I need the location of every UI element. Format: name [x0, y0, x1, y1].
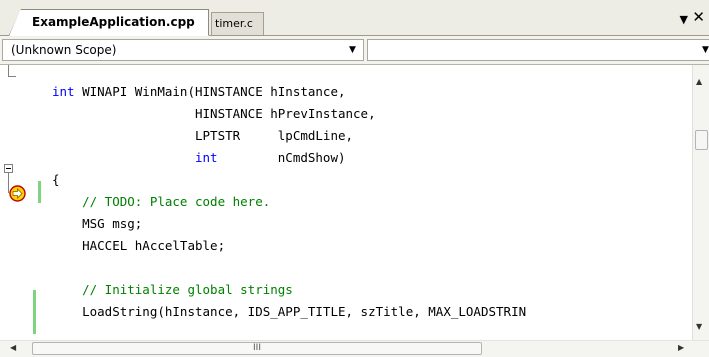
code-editor[interactable]: int WINAPI WinMain(HINSTANCE hInstance, …	[0, 65, 692, 340]
scroll-down-icon[interactable]: ▼	[696, 322, 702, 331]
code-token: nCmdShow)	[217, 150, 346, 165]
vertical-scroll-thumb[interactable]	[695, 130, 708, 150]
tab-exampleapplication-cpp[interactable]: ExampleApplication.cpp	[9, 9, 209, 36]
chevron-down-icon[interactable]: ▼	[349, 40, 356, 60]
horizontal-scrollbar[interactable]: ◀ III ▶	[0, 340, 709, 357]
changed-line-indicator	[38, 181, 41, 203]
code-line: {	[52, 169, 60, 191]
scope-dropdown[interactable]: (Unknown Scope) ▼	[2, 39, 364, 61]
code-token: LoadString(hInstance, IDS_APP_TITLE, szT…	[52, 304, 527, 319]
code-line: HACCEL hAccelTable;	[52, 235, 225, 257]
code-line: int nCmdShow)	[52, 147, 346, 169]
comment-token: // TODO: Place code here.	[52, 194, 271, 209]
code-token: WINAPI WinMain(HINSTANCE hInstance,	[74, 84, 346, 99]
close-icon[interactable]: ✕	[692, 9, 705, 25]
code-line: LoadString(hInstance, IDS_APP_TITLE, szT…	[52, 301, 526, 323]
active-files-dropdown-icon[interactable]: ▼	[680, 13, 688, 26]
keyword-token: int	[52, 84, 75, 99]
member-dropdown[interactable]: ▼	[367, 39, 709, 61]
outline-guide-line	[8, 76, 16, 77]
keyword-token: int	[195, 150, 218, 165]
code-line: MSG msg;	[52, 213, 142, 235]
changed-line-indicator	[33, 290, 36, 312]
tab-label: timer.c	[215, 17, 253, 30]
code-line: int WINAPI WinMain(HINSTANCE hInstance,	[52, 81, 346, 103]
scroll-left-icon[interactable]: ◀	[10, 343, 16, 352]
horizontal-scroll-thumb[interactable]: III	[32, 342, 482, 355]
scroll-right-icon[interactable]: ▶	[678, 343, 684, 352]
navigation-bar: (Unknown Scope) ▼ ▼	[0, 36, 709, 65]
code-token: LPTSTR lpCmdLine,	[52, 128, 354, 143]
tab-timer-c[interactable]: timer.c	[211, 12, 264, 35]
scope-dropdown-value: (Unknown Scope)	[11, 43, 117, 57]
comment-token: // Initialize global strings	[52, 282, 293, 297]
tab-label: ExampleApplication.cpp	[32, 15, 195, 29]
collapse-icon[interactable]	[4, 164, 13, 173]
current-statement-arrow-icon	[9, 185, 26, 202]
code-token: {	[52, 172, 60, 187]
chevron-down-icon[interactable]: ▼	[702, 40, 709, 60]
code-line: LPTSTR lpCmdLine,	[52, 125, 353, 147]
code-line: // Initialize global strings	[52, 279, 293, 301]
code-token: MSG msg;	[52, 216, 143, 231]
code-token: HACCEL hAccelTable;	[52, 238, 226, 253]
vertical-scrollbar[interactable]: ▲ ▼	[692, 65, 709, 340]
code-line: // TODO: Place code here.	[52, 191, 270, 213]
changed-line-indicator	[33, 312, 36, 334]
document-tab-strip: ExampleApplication.cpp timer.c ▼ ✕	[0, 0, 709, 36]
code-token: HINSTANCE hPrevInstance,	[52, 106, 376, 121]
scroll-grip: III	[253, 343, 261, 353]
code-line: HINSTANCE hPrevInstance,	[52, 103, 376, 125]
outline-guide-line	[8, 65, 9, 76]
scroll-up-icon[interactable]: ▲	[696, 77, 702, 86]
